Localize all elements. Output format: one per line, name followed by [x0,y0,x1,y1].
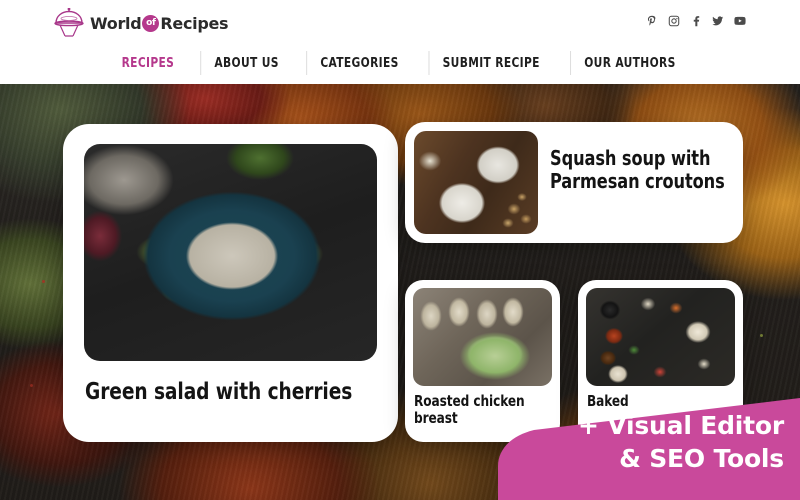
recipe-title-baked: Baked [587,392,629,410]
logo-word-recipes: Recipes [160,13,229,33]
nav-item-about-us[interactable]: ABOUT US [199,47,293,79]
recipe-card-green-salad[interactable]: Green salad with cherries [63,124,398,442]
logo-badge-of: of [142,14,160,32]
twitter-icon[interactable] [711,14,724,27]
recipe-image-green-salad [84,144,377,361]
site-header: WorldofRecipes RECIPES ABOUT US CATEGO [0,0,800,84]
recipe-image-baked [586,288,735,386]
cloche-dome-icon [54,8,84,37]
social-links [645,14,746,27]
youtube-icon[interactable] [733,14,746,27]
recipe-title-roasted-chicken: Roasted chicken breast [414,392,525,428]
recipe-card-roasted-chicken[interactable]: Roasted chicken breast [405,280,560,442]
main-navigation: RECIPES ABOUT US CATEGORIES SUBMIT RECIP… [0,47,800,79]
instagram-icon[interactable] [667,14,680,27]
recipe-image-squash-soup [414,131,538,234]
recipe-title-green-salad: Green salad with cherries [85,379,353,405]
recipe-image-roasted-chicken [413,288,552,386]
logo-wordmark: World of Recipes [90,13,229,33]
nav-item-categories[interactable]: CATEGORIES [306,47,413,79]
pinterest-icon[interactable] [645,14,658,27]
nav-item-submit-recipe[interactable]: SUBMIT RECIPE [428,47,553,79]
recipe-title-squash-soup: Squash soup with Parmesan croutons [550,146,725,194]
nav-item-our-authors[interactable]: OUR AUTHORS [570,47,690,79]
site-logo[interactable]: World of Recipes [52,6,229,40]
nav-item-recipes[interactable]: RECIPES [107,47,188,79]
recipe-card-baked[interactable]: Baked [578,280,743,442]
logo-word-world: World [90,13,142,33]
page-root: WorldofRecipes RECIPES ABOUT US CATEGO [0,0,800,500]
facebook-icon[interactable] [689,14,702,27]
recipe-card-grid: Green salad with cherries Squash soup wi… [0,84,800,500]
recipe-card-squash-soup[interactable]: Squash soup with Parmesan croutons [405,122,743,243]
